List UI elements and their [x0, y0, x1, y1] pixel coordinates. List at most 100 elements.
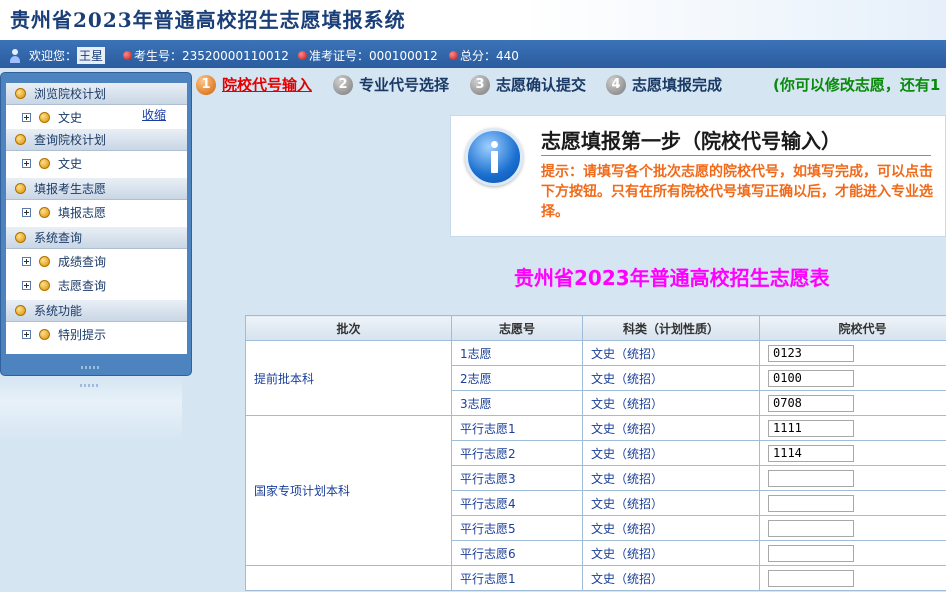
college-code-input[interactable]	[768, 569, 854, 587]
college-code-input[interactable]	[768, 369, 854, 387]
bullet-icon	[39, 111, 50, 123]
college-code-input[interactable]	[768, 444, 854, 462]
choice-cell: 平行志愿3	[451, 465, 583, 491]
category-cell: 文史（统招）	[582, 340, 760, 366]
bullet-icon	[39, 206, 50, 218]
category-cell: 文史（统招）	[582, 390, 760, 416]
sidebar-section-browse-plan[interactable]: 浏览院校计划	[6, 83, 187, 105]
sidebar-item-score-query[interactable]: 成绩查询	[6, 249, 187, 273]
item-label: 文史	[58, 156, 83, 171]
college-code-input[interactable]	[768, 344, 854, 362]
section-title: 填报考生志愿	[34, 182, 107, 196]
form-title: 贵州省2023年普通高校招生志愿表	[514, 266, 830, 290]
step-3-confirm-submit[interactable]: 3 志愿确认提交	[470, 74, 586, 95]
step-number-badge: 2	[333, 74, 353, 95]
step-4-complete[interactable]: 4 志愿填报完成	[606, 74, 722, 95]
item-label: 特别提示	[58, 327, 107, 342]
item-label: 志愿查询	[58, 278, 107, 293]
code-cell	[759, 565, 946, 591]
choice-table-wrapper: 批次 志愿号 科类（计划性质） 院校代号 提前批本科 1志愿 文史（统招） 2志…	[245, 315, 946, 592]
step-2-major-code[interactable]: 2 专业代号选择	[333, 74, 449, 95]
choice-cell: 平行志愿6	[451, 540, 583, 566]
code-cell	[759, 490, 946, 516]
sidebar-item-special-notice[interactable]: 特别提示	[6, 322, 187, 346]
expand-icon[interactable]	[22, 329, 31, 339]
user-icon	[9, 48, 21, 63]
code-cell	[759, 340, 946, 366]
step-number-badge: 3	[470, 74, 490, 95]
sidebar-shadow	[0, 376, 182, 442]
divider	[541, 155, 931, 156]
category-cell: 文史（统招）	[582, 490, 760, 516]
college-code-input[interactable]	[768, 494, 854, 512]
category-cell: 文史（统招）	[582, 565, 760, 591]
item-label: 成绩查询	[58, 254, 107, 269]
expand-icon[interactable]	[22, 256, 31, 266]
sidebar-item-query-wenshi[interactable]: 文史	[6, 151, 187, 175]
bullet-icon	[39, 328, 50, 340]
resize-grip[interactable]	[81, 366, 101, 369]
college-code-input[interactable]	[768, 419, 854, 437]
bullet-icon	[15, 305, 26, 316]
bullet-icon	[15, 183, 26, 194]
column-header-batch: 批次	[245, 315, 452, 341]
item-label: 文史	[58, 110, 83, 125]
step-label: 专业代号选择	[359, 76, 450, 94]
sidebar-section-system-function[interactable]: 系统功能	[6, 300, 187, 322]
collapse-link[interactable]: 收缩	[142, 106, 166, 123]
sidebar: 浏览院校计划 文史 查询院校计划 文史 填报考生志愿 填报志愿 系统查询 成绩查…	[0, 72, 192, 376]
bullet-icon	[39, 279, 50, 291]
exam-number-text: 考生号：23520000110012	[134, 49, 289, 63]
bullet-icon	[15, 88, 26, 99]
college-code-input[interactable]	[768, 394, 854, 412]
expand-icon[interactable]	[22, 207, 31, 217]
sidebar-section-system-query[interactable]: 系统查询	[6, 227, 187, 249]
welcome-label: 欢迎您：	[29, 49, 78, 63]
step-label: 志愿确认提交	[496, 76, 587, 94]
category-cell: 文史（统招）	[582, 540, 760, 566]
college-code-input[interactable]	[768, 469, 854, 487]
choice-cell: 3志愿	[451, 390, 583, 416]
section-title: 系统功能	[34, 304, 83, 318]
bullet-icon	[39, 255, 50, 267]
total-score: 总分：440	[449, 47, 519, 64]
red-dot-icon	[298, 51, 307, 60]
column-header-category: 科类（计划性质）	[582, 315, 760, 341]
expand-icon[interactable]	[22, 112, 31, 122]
category-cell: 文史（统招）	[582, 515, 760, 541]
red-dot-icon	[449, 51, 458, 60]
batch-cell: 国家专项计划本科	[245, 415, 452, 566]
bullet-icon	[15, 232, 26, 243]
expand-icon[interactable]	[22, 158, 31, 168]
sidebar-menu: 浏览院校计划 文史 查询院校计划 文史 填报考生志愿 填报志愿 系统查询 成绩查…	[6, 83, 187, 354]
section-title: 浏览院校计划	[34, 87, 107, 101]
exam-number: 考生号：23520000110012	[123, 47, 289, 64]
table-row: 提前批本科 1志愿 文史（统招）	[245, 340, 946, 416]
sidebar-section-fill-choices[interactable]: 填报考生志愿	[6, 178, 187, 200]
sidebar-item-choice-query[interactable]: 志愿查询	[6, 273, 187, 297]
category-cell: 文史（统招）	[582, 440, 760, 466]
college-code-input[interactable]	[768, 544, 854, 562]
table-row: 国家专项计划本科 平行志愿1 文史（统招）	[245, 415, 946, 566]
code-cell	[759, 515, 946, 541]
batch-cell	[245, 565, 452, 591]
header-banner: 贵州省2023年普通高校招生志愿填报系统	[0, 0, 946, 40]
instruction-title: 志愿填报第一步（院校代号输入）	[541, 129, 841, 153]
choice-cell: 1志愿	[451, 340, 583, 366]
expand-icon[interactable]	[22, 280, 31, 290]
instruction-text: 提示：请填写各个批次志愿的院校代号，如填写完成，可以点击下方按钮。只有在所有院校…	[541, 164, 933, 220]
sidebar-section-query-plan[interactable]: 查询院校计划	[6, 129, 187, 151]
column-header-college-code: 院校代号	[759, 315, 946, 341]
choice-cell: 2志愿	[451, 365, 583, 391]
section-title: 查询院校计划	[34, 133, 107, 147]
section-title: 系统查询	[34, 231, 83, 245]
modify-hint: (你可以修改志愿，还有1	[773, 76, 941, 94]
sidebar-item-fill-choices[interactable]: 填报志愿	[6, 200, 187, 224]
resize-grip-lower	[80, 384, 100, 387]
column-header-choice: 志愿号	[451, 315, 583, 341]
category-cell: 文史（统招）	[582, 415, 760, 441]
college-code-input[interactable]	[768, 519, 854, 537]
code-cell	[759, 440, 946, 466]
step-1-college-code[interactable]: 1 院校代号输入	[196, 74, 312, 95]
category-cell: 文史（统招）	[582, 365, 760, 391]
